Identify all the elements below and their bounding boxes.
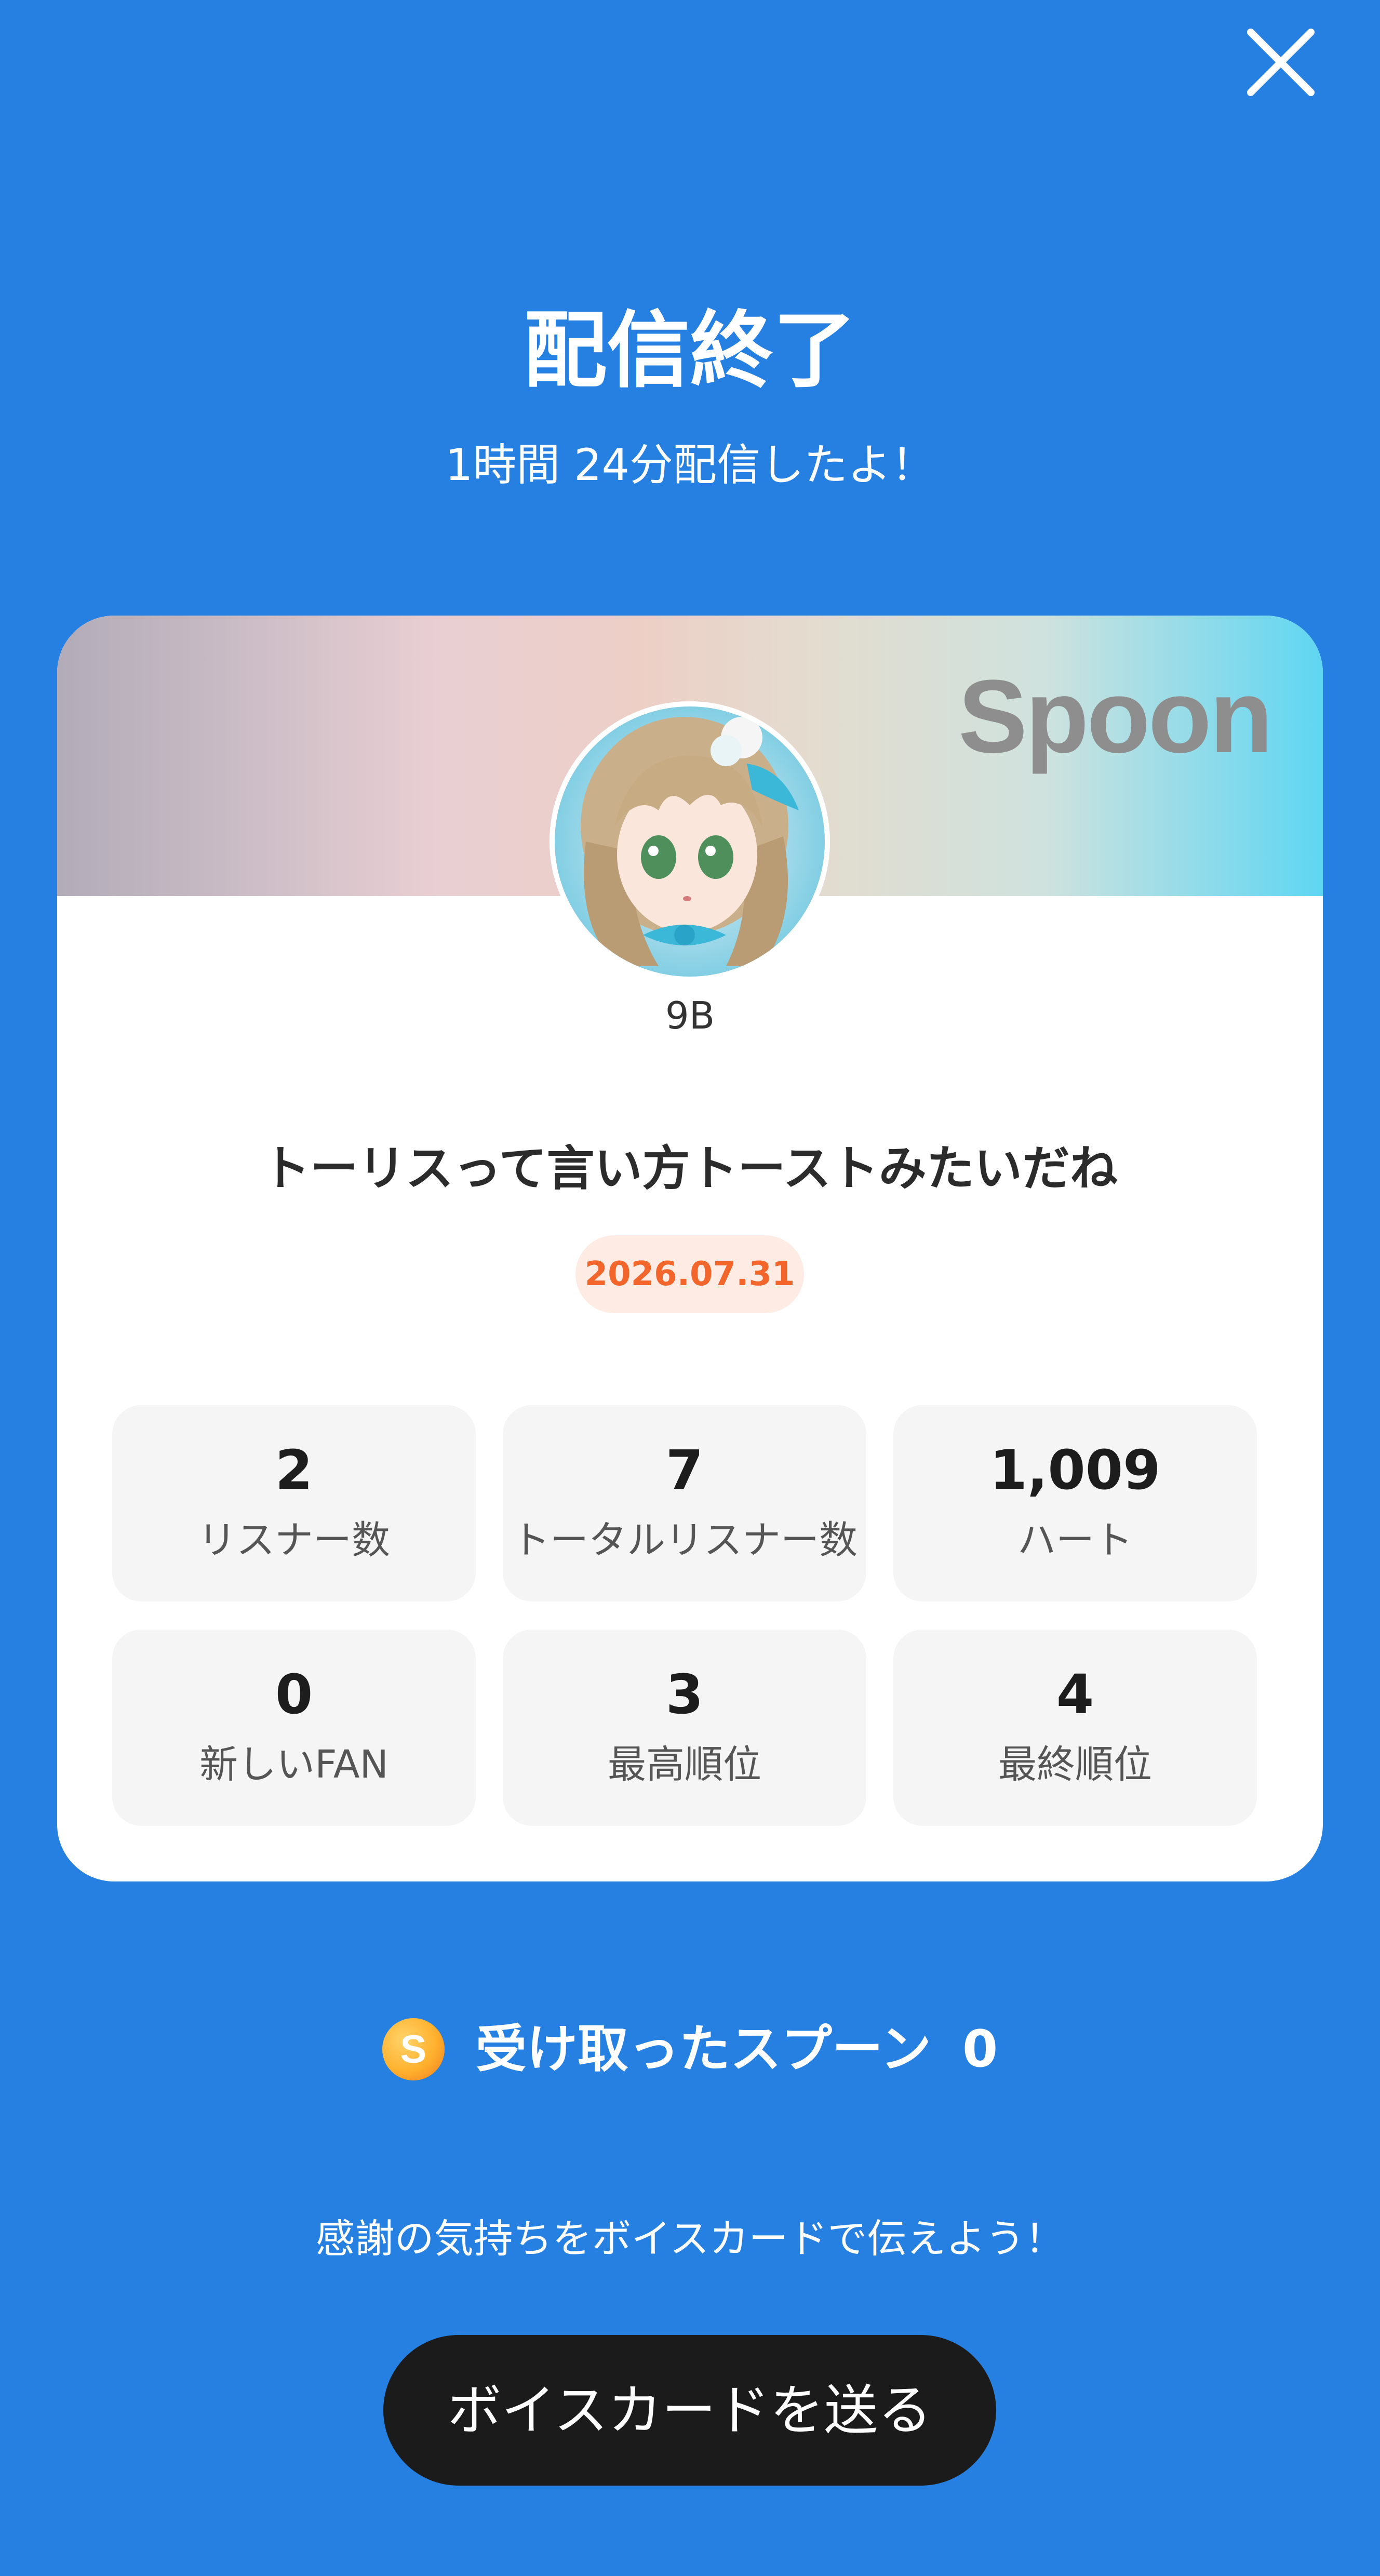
spoon-logo: Spoon xyxy=(958,659,1273,775)
stat-value: 2 xyxy=(275,1438,313,1502)
avatar-image xyxy=(555,706,825,977)
stat-label: 最高順位 xyxy=(608,1742,761,1787)
broadcast-summary-card: Spoon 9B トーリスって言い方トーストみたいだね 2026.07.31 2… xyxy=(57,616,1323,1881)
stat-label: 最終順位 xyxy=(998,1742,1152,1787)
thanks-message: 感謝の気持ちをボイスカードで伝えよう！ xyxy=(315,2215,1065,2262)
received-spoons: S 受け取ったスプーン 0 xyxy=(0,2016,1380,2083)
stat-value: 3 xyxy=(665,1663,704,1726)
stat-value: 0 xyxy=(275,1663,313,1726)
stream-title: トーリスって言い方トーストみたいだね xyxy=(262,1141,1118,1196)
stat-listeners: 2 リスナー数 xyxy=(112,1405,476,1601)
stat-label: ハート xyxy=(1017,1518,1133,1563)
page-title: 配信終了 xyxy=(524,302,856,399)
stat-value: 1,009 xyxy=(989,1438,1161,1502)
date-badge: 2026.07.31 xyxy=(575,1235,804,1313)
send-voice-card-button[interactable]: ボイスカードを送る xyxy=(383,2335,996,2486)
received-spoons-count: 0 xyxy=(962,2020,998,2079)
stat-new-fans: 0 新しいFAN xyxy=(112,1630,476,1826)
stat-highest-rank: 3 最高順位 xyxy=(503,1630,866,1826)
spoon-coin-icon: S xyxy=(382,2018,445,2080)
stat-hearts: 1,009 ハート xyxy=(893,1405,1257,1601)
stat-label: 新しいFAN xyxy=(199,1742,388,1787)
stat-value: 4 xyxy=(1056,1663,1094,1726)
stat-total-listeners: 7 トータルリスナー数 xyxy=(503,1405,866,1601)
avatar[interactable] xyxy=(550,701,830,982)
close-icon xyxy=(1247,29,1315,96)
stat-final-rank: 4 最終順位 xyxy=(893,1630,1257,1826)
stat-label: トータルリスナー数 xyxy=(512,1518,858,1563)
broadcast-duration: 1時間 24分配信したよ！ xyxy=(445,439,935,490)
received-spoons-label: 受け取ったスプーン xyxy=(475,2020,931,2079)
close-button[interactable] xyxy=(1239,21,1322,104)
stat-label: リスナー数 xyxy=(198,1518,390,1563)
username: 9B xyxy=(665,994,715,1037)
stat-value: 7 xyxy=(665,1438,704,1502)
